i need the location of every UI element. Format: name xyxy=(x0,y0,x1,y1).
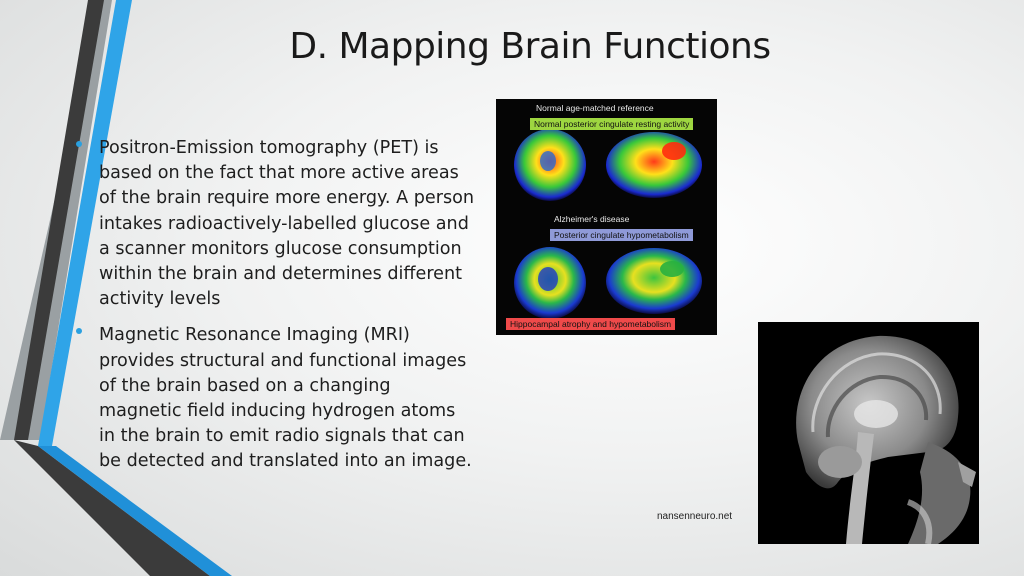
pet-scan-figure: Normal age-matched reference Normal post… xyxy=(496,99,717,335)
bullet-pet: Positron-Emission tomography (PET) is ba… xyxy=(76,136,476,312)
mri-scan-image xyxy=(758,322,979,544)
bullet-dot-icon xyxy=(76,141,82,147)
bullet-dot-icon xyxy=(76,328,82,335)
bullet-list: Positron-Emission tomography (PET) is ba… xyxy=(76,136,476,486)
normal-heading: Normal age-matched reference xyxy=(536,103,654,113)
mri-sagittal-brain xyxy=(796,335,976,544)
bullet-pet-text: Positron-Emission tomography (PET) is ba… xyxy=(99,138,475,310)
image-credit: nansenneuro.net xyxy=(657,511,733,522)
alz-sagittal-scan xyxy=(606,248,702,314)
alz-heading: Alzheimer's disease xyxy=(554,214,630,224)
bullet-mri-text: Magnetic Resonance Imaging (MRI) provide… xyxy=(99,325,472,472)
hippocampal-box-label: Hippocampal atrophy and hypometabolism xyxy=(506,318,676,330)
bullet-mri: Magnetic Resonance Imaging (MRI) provide… xyxy=(76,323,476,474)
normal-box-label: Normal posterior cingulate resting activ… xyxy=(530,118,694,130)
alz-box-label: Posterior cingulate hypometabolism xyxy=(550,229,693,241)
slide-title: D. Mapping Brain Functions xyxy=(289,26,771,67)
normal-sagittal-scan xyxy=(606,132,702,198)
